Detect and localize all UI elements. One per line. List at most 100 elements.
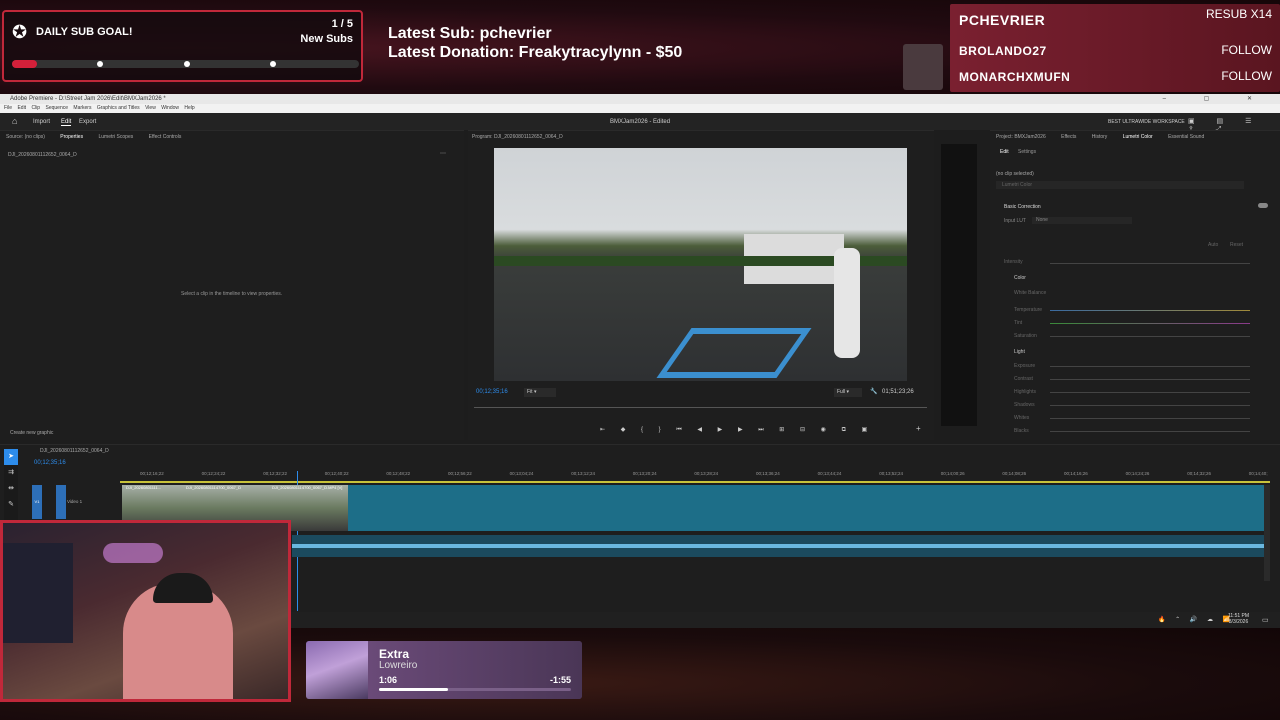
timeline-scrollbar[interactable] [1264,485,1270,581]
timecode-current[interactable]: 00;12;35;16 [476,389,508,395]
tab-properties[interactable]: Properties [60,134,83,140]
notification-icon[interactable]: ▭ [1262,616,1269,624]
temperature-label: Temperature [1014,307,1043,313]
tab-effects[interactable]: Effects [1061,134,1076,140]
sequence-timecode[interactable]: 00;12;35;16 [34,460,66,466]
clock-date: 8/3/2026 [1228,619,1249,625]
temperature-slider[interactable] [1050,310,1250,311]
pc-case [3,543,73,643]
menu-sequence[interactable]: Sequence [45,105,68,111]
ruler-tick-label: 00;13;52;24 [879,471,903,476]
workspace-selector[interactable]: BEST ULTRAWIDE WORKSPACE [1108,119,1185,125]
video-clip-track[interactable]: DJI_20260801111... DJI_20260801114700_00… [122,485,1266,531]
menu-graphics[interactable]: Graphics and Titles [97,105,140,111]
audio-track[interactable] [292,535,1266,557]
menu-view[interactable]: View [145,105,156,111]
fit-dropdown[interactable]: Fit ▾ [524,388,556,397]
program-video-frame[interactable] [494,148,907,381]
work-area-bar[interactable] [120,481,1270,483]
ripple-edit-icon[interactable]: ⇹ [4,481,18,497]
neon-sign [103,543,163,563]
track-remaining: -1:55 [549,675,571,685]
contrast-slider[interactable] [1050,379,1250,380]
ruler-tick-label: 00;14;00;26 [940,471,965,476]
sequence-tab[interactable]: DJI_20260801112652_0064_D [40,448,109,454]
edit-tab[interactable]: Edit [61,119,72,126]
menu-window[interactable]: Window [161,105,179,111]
transport-controls[interactable]: ⇤ ◆ { } ⏮ ◀ ▶ ▶ ⏭ ⊞ ⊟ ◉ ⧉ ▣ [600,426,874,434]
quality-dropdown[interactable]: Full ▾ [834,388,862,397]
razor-icon[interactable]: ✎ [4,497,18,513]
playback-scrubber[interactable] [474,407,927,408]
saturation-slider[interactable] [1050,336,1250,337]
program-tab[interactable]: Program: DJI_20260801112652_0064_D [472,134,563,140]
wrench-icon[interactable]: 🔧 [870,388,877,395]
ruler-tick-label: 00;13;20;24 [632,471,657,476]
timeline-ruler[interactable]: 00;12;16;22 00;12;24;22 00;12;32;22 00;12;4… [120,471,1270,480]
tab-history[interactable]: History [1092,134,1108,140]
event-name: BROLANDO27 [959,44,1047,58]
tab-source[interactable]: Source: (no clips) [6,134,45,140]
window-controls[interactable]: – ▢ ✕ [1163,94,1270,104]
more-icon[interactable]: ⋯ [440,150,446,157]
clip-label: DJI_20260801111... [126,485,162,490]
ruler-tick-label: 00;13;12;24 [571,471,595,476]
tab-essential-sound[interactable]: Essential Sound [1168,134,1204,140]
blacks-slider[interactable] [1050,431,1250,432]
fit-value: Fit [527,389,533,395]
lumetri-settings-tab[interactable]: Settings [1018,149,1036,155]
menu-markers[interactable]: Markers [73,105,91,111]
auto-button[interactable]: Auto [1208,242,1218,248]
track-sync-lock[interactable] [56,485,66,519]
track-select-icon[interactable]: ⇉ [4,465,18,481]
ruler-tick-label: 00;12;32;22 [263,471,287,476]
lumetri-edit-tab[interactable]: Edit [1000,149,1009,155]
tab-effect-controls[interactable]: Effect Controls [149,134,182,140]
input-lut-select[interactable]: None [1032,217,1132,224]
add-button-icon[interactable]: + [916,424,921,433]
latest-sub: Latest Sub: pchevrier [388,25,552,42]
latest-donation: Latest Donation: Freakytracylynn - $50 [388,44,683,61]
ruler-tick-label: 00;13;04;24 [509,471,534,476]
ruler-tick-label: 00;14;08;26 [1002,471,1027,476]
intensity-slider[interactable] [1050,263,1250,264]
basic-correction-toggle[interactable] [1258,203,1268,208]
whites-slider[interactable] [1050,418,1250,419]
tint-slider[interactable] [1050,323,1250,324]
now-playing-widget: Extra Lowreiro 1:06 -1:55 [306,641,582,699]
latest-events-text: Latest Sub: pchevrier Latest Donation: F… [388,24,682,62]
export-tab[interactable]: Export [79,119,96,125]
ruler-tick-label: 00;13;28;24 [694,471,719,476]
tab-lumetri-scopes[interactable]: Lumetri Scopes [98,134,133,140]
event-type: FOLLOW [1221,43,1272,57]
menu-clip[interactable]: Clip [31,105,40,111]
event-type: FOLLOW [1221,69,1272,83]
home-icon[interactable]: ⌂ [12,116,17,126]
color-section-header[interactable]: Color [1014,275,1026,281]
import-tab[interactable]: Import [33,119,50,125]
webcam-feed [0,520,291,702]
selection-tool-icon[interactable]: ➤ [4,449,18,465]
tray-icons[interactable]: 🔥 ⌃ 🔊 ☁ 📶 [1158,616,1234,623]
light-section-header[interactable]: Light [1014,349,1025,355]
basic-correction-header[interactable]: Basic Correction [1004,204,1041,210]
lumetri-panel: Project: BMXJam2026 Effects History Lume… [990,130,1280,440]
tab-lumetri-color[interactable]: Lumetri Color [1123,134,1153,140]
lumetri-effect-select[interactable]: Lumetri Color [996,181,1244,189]
menu-help[interactable]: Help [184,105,194,111]
track-v1-target[interactable]: V1 [32,485,42,519]
exposure-slider[interactable] [1050,366,1250,367]
blacks-label: Blacks [1014,428,1029,434]
menu-file[interactable]: File [4,105,12,111]
create-graphic-button[interactable]: Create new graphic [10,430,53,436]
reset-button[interactable]: Reset [1230,242,1243,248]
timecode-duration: 01;51;23;26 [882,389,914,395]
contrast-label: Contrast [1014,376,1033,382]
shadows-slider[interactable] [1050,405,1250,406]
highlights-slider[interactable] [1050,392,1250,393]
saturation-label: Saturation [1014,333,1037,339]
clock[interactable]: 11:51 PM 8/3/2026 [1228,613,1249,625]
menu-edit[interactable]: Edit [17,105,26,111]
goal-progress-bar [12,60,359,68]
tab-project[interactable]: Project: BMXJam2026 [996,134,1046,140]
